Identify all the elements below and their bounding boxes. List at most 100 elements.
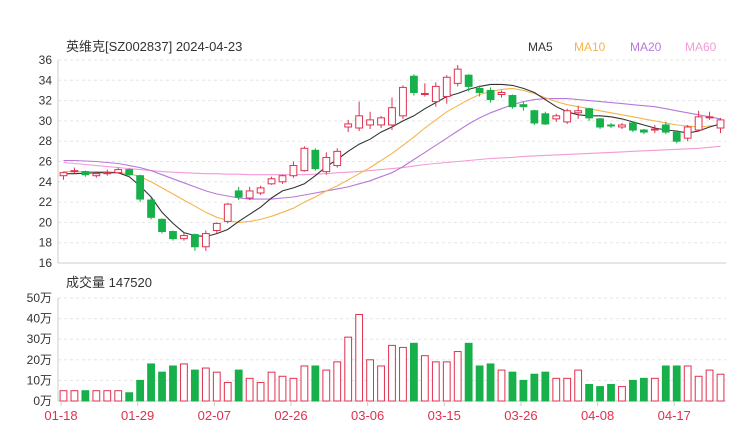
volume-bar [59,390,68,402]
date-axis-ticks: 01-18 01-29 02-07 02-26 03-06 03-15 03-26 04-08… [44,401,691,423]
volume-bar [694,375,703,402]
candle-body [125,169,134,176]
volume-bar [607,384,615,402]
candle-body [136,175,145,200]
volume-bar [541,371,550,402]
candle [245,186,254,201]
volume-bar [147,363,155,402]
candle [431,82,440,107]
candle [508,94,517,109]
volume-bar [661,365,670,402]
candle [344,119,353,133]
kline-title: 英维克[SZ002837] 2024-04-23 [66,39,242,54]
volume-bar [278,375,287,402]
volume-bar [245,377,254,402]
candle-body [114,169,123,174]
candle [607,122,615,129]
candle-body [366,119,374,126]
volume-bar [639,377,648,402]
candle [190,233,199,251]
volume-bar [431,361,440,402]
volume-bar [289,377,298,402]
candle-body [705,116,714,119]
volume-bar [486,363,495,402]
candle-body [420,92,429,96]
volume-bar [92,390,101,402]
volume-bar [420,355,429,402]
candle [169,230,177,241]
volume-y-tick-label: 10万 [27,373,52,387]
volume-bars [59,313,725,402]
ma60-line [63,145,721,176]
candle [377,115,385,129]
candle-body [694,116,703,131]
candle-body [552,115,561,120]
date-tick-label: 03-15 [428,408,461,423]
candle-body [629,122,637,131]
volume-bar [453,351,462,402]
volume-bar [190,369,199,402]
candle [453,65,462,87]
candle-body [147,199,155,218]
candlesticks [59,65,725,251]
candle [70,167,79,174]
candle [716,117,725,134]
candle-body [639,129,648,133]
candle-body [530,110,539,124]
candle-body [223,203,232,222]
date-tick-label: 03-26 [504,408,537,423]
candle-body [278,175,287,183]
candle-body [672,131,681,142]
candle-body [661,124,670,133]
candle-body [190,234,199,248]
volume-bar [519,379,528,402]
volume-y-tick-label: 0万 [33,394,52,408]
volume-bar [103,390,112,402]
volume-bar [464,342,473,402]
candle [650,124,659,134]
candle-body [475,87,484,93]
candle [158,218,166,234]
candle-body [169,231,177,240]
volume-y-tick-label: 40万 [27,312,52,326]
volume-bar [223,381,232,402]
candle [311,148,320,171]
candle-body [399,86,407,117]
candle [201,230,210,251]
candle [136,174,145,203]
candle-body [59,172,68,177]
candle [333,148,342,168]
candle [596,117,604,130]
volume-bar [125,392,134,402]
candle [585,107,594,121]
volume-bar [234,369,243,402]
candle [289,161,298,178]
candle [410,74,418,96]
volume-bar [596,386,604,402]
kline-y-ticks: 16 18 20 22 24 26 28 30 32 34 36 [39,53,53,270]
volume-bar [629,379,637,402]
candle-body [70,170,79,173]
volume-bar [322,369,331,402]
kline-y-tick-label: 26 [39,155,53,169]
date-tick-label: 02-26 [274,408,307,423]
volume-bar [716,373,725,402]
volume-bar [355,313,364,402]
volume-bar [256,381,265,402]
candle [519,101,528,111]
date-tick-label: 04-17 [658,408,691,423]
candle-body [508,95,517,108]
candle [683,124,692,142]
candle [388,97,396,131]
volume-bar [333,361,342,402]
candle-body [267,178,276,185]
volume-y-tick-label: 50万 [27,291,52,305]
volume-bar [475,365,484,402]
candle-body [256,187,265,194]
candle-body [596,118,604,128]
candle [541,111,550,125]
volume-bar [169,365,177,402]
legend-ma5: MA5 [528,40,553,54]
candle [639,129,648,135]
volume-bar [300,365,309,402]
